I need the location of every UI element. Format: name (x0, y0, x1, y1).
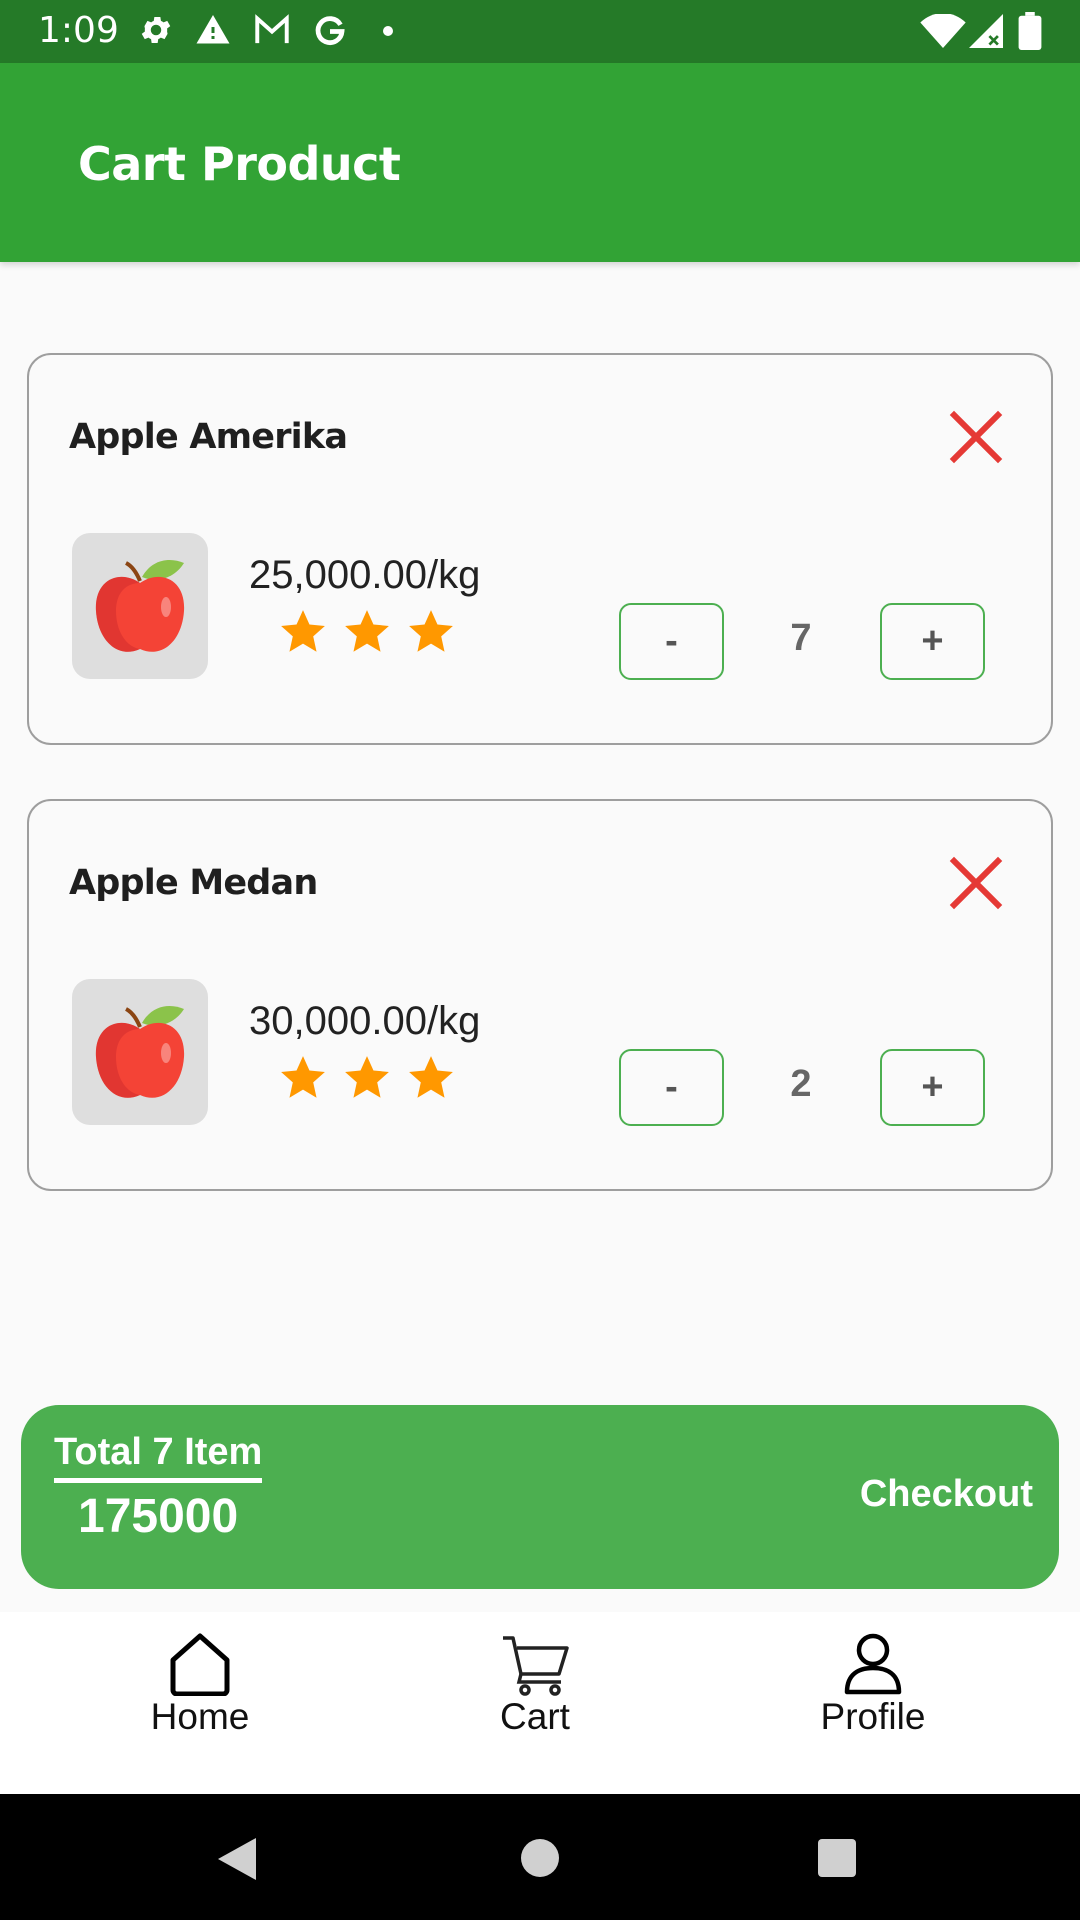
home-circle-icon (521, 1839, 559, 1877)
star-icon (345, 610, 389, 652)
apple-icon (95, 559, 185, 652)
nav-label-cart: Cart (500, 1696, 570, 1737)
product-name: Apple Amerika (69, 417, 348, 457)
decrease-quantity-button[interactable]: - (619, 1049, 724, 1126)
cart-item-card: Apple Medan 30,000.00/kg - 2 + (27, 799, 1053, 1191)
quantity-value: 2 (790, 1063, 812, 1105)
product-price: 25,000.00/kg (249, 553, 481, 597)
checkout-summary-bar: Total 7 Item 175000 Checkout (21, 1405, 1059, 1589)
page-title: Cart Product (78, 137, 401, 191)
star-icon (409, 610, 453, 652)
home-icon (170, 1633, 230, 1696)
gmail-icon (252, 12, 292, 53)
nav-label-home: Home (150, 1696, 250, 1737)
nav-label-profile: Profile (820, 1696, 926, 1737)
remove-item-button[interactable] (949, 410, 1003, 464)
total-price-value: 175000 (78, 1490, 239, 1543)
star-icon (409, 1056, 453, 1098)
nav-item-profile[interactable]: Profile (773, 1632, 973, 1738)
app-bar: Cart Product (0, 63, 1080, 262)
product-image (72, 979, 208, 1125)
apple-icon (95, 1005, 185, 1098)
decrease-quantity-button[interactable]: - (619, 603, 724, 680)
total-items-label: Total 7 Item (54, 1431, 263, 1483)
home-system-button[interactable] (520, 1838, 560, 1883)
back-button[interactable] (216, 1836, 258, 1887)
cart-icon (503, 1636, 569, 1696)
recents-button[interactable] (817, 1838, 857, 1883)
dot-icon (382, 24, 394, 42)
rating-stars (277, 607, 457, 657)
battery-icon (1018, 12, 1042, 55)
status-bar: 1:09 (0, 0, 1080, 63)
back-icon (218, 1838, 256, 1880)
nav-item-home[interactable]: Home (100, 1632, 300, 1738)
settings-icon (138, 12, 174, 53)
rating-stars (277, 1053, 457, 1103)
recents-icon (818, 1839, 856, 1877)
signal-icon (968, 14, 1004, 53)
increase-quantity-button[interactable]: + (880, 603, 985, 680)
quantity-value: 7 (790, 617, 812, 659)
remove-item-button[interactable] (949, 856, 1003, 910)
alert-icon (194, 12, 232, 53)
nav-item-cart[interactable]: Cart (435, 1632, 635, 1738)
product-price: 30,000.00/kg (249, 999, 481, 1043)
google-icon (312, 12, 348, 53)
status-time: 1:09 (38, 10, 119, 51)
product-name: Apple Medan (69, 863, 318, 903)
increase-quantity-button[interactable]: + (880, 1049, 985, 1126)
profile-icon (844, 1633, 902, 1695)
cart-item-card: Apple Amerika 25,000.00/kg - 7 + (27, 353, 1053, 745)
star-icon (281, 610, 325, 652)
close-icon (949, 410, 1003, 464)
wifi-icon (920, 13, 966, 53)
checkout-button[interactable]: Checkout (860, 1473, 1033, 1516)
close-icon (949, 856, 1003, 910)
bottom-navigation: Home Cart Profile (0, 1612, 1080, 1794)
star-icon (281, 1056, 325, 1098)
system-navigation-bar (0, 1794, 1080, 1920)
star-icon (345, 1056, 389, 1098)
product-image (72, 533, 208, 679)
